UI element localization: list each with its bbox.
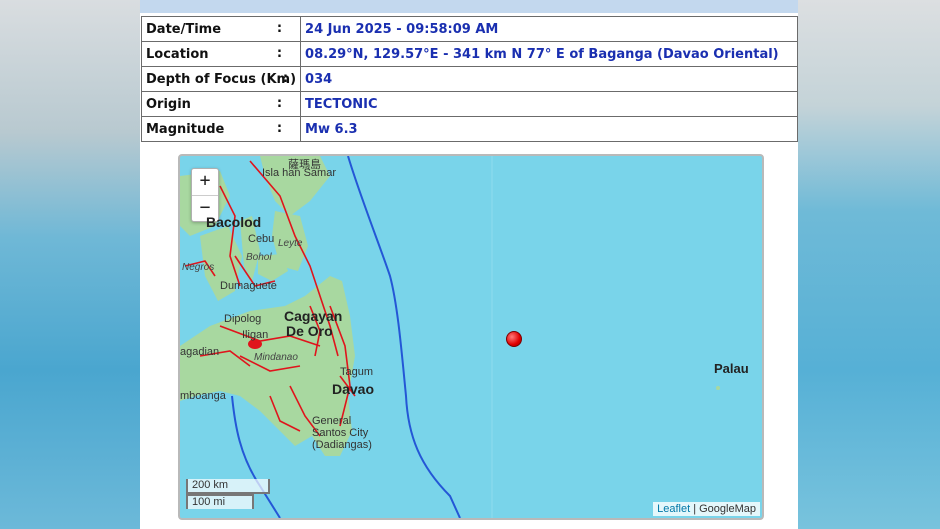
- row-label: Depth of Focus (Km):: [140, 66, 302, 92]
- map-label-bohol: Bohol: [246, 252, 272, 263]
- philippine-trench-line: [347, 156, 461, 518]
- row-label: Magnitude:: [140, 116, 302, 142]
- earthquake-details-table: Date/Time: 24 Jun 2025 - 09:58:09 AM Loc…: [140, 16, 798, 142]
- map-label-davao: Davao: [332, 381, 375, 397]
- epicenter-map[interactable]: + − 薩瑪島 Isla han Samar Leyte Bacolod Ceb…: [178, 154, 764, 520]
- map-label-cagayan: Cagayan: [284, 308, 343, 324]
- map-label-tagum: Tagum: [340, 366, 374, 378]
- scale-bar-mi: 100 mi: [186, 494, 254, 509]
- map-label-zamboanga: mboanga: [180, 390, 226, 402]
- map-label-palau: Palau: [714, 361, 749, 376]
- row-label: Origin:: [140, 91, 302, 117]
- map-label-pagadian: agadian: [180, 346, 220, 358]
- table-row: Magnitude: Mw 6.3: [140, 116, 798, 142]
- map-label-general: General: [312, 415, 352, 427]
- magnitude-value: Mw 6.3: [300, 116, 798, 142]
- origin-value: TECTONIC: [300, 91, 798, 117]
- map-label-dumaguete: Dumaguete: [220, 280, 277, 292]
- googlemap-credit: GoogleMap: [699, 503, 756, 515]
- table-row: Depth of Focus (Km): 034: [140, 66, 798, 92]
- map-label-leyte: Leyte: [278, 238, 303, 249]
- earthquake-info-panel: Date/Time: 24 Jun 2025 - 09:58:09 AM Loc…: [140, 0, 798, 529]
- map-label-dipolog: Dipolog: [224, 313, 262, 325]
- map-label-iligan: Iligan: [242, 329, 269, 341]
- map-label-mindanao: Mindanao: [254, 352, 298, 363]
- map-label-samar: Isla han Samar: [262, 167, 336, 179]
- background-right: [798, 0, 940, 529]
- scale-bar-km: 200 km: [186, 479, 270, 494]
- background-left: [0, 0, 140, 529]
- table-row: Location: 08.29°N, 129.57°E - 341 km N 7…: [140, 41, 798, 67]
- map-label-santos-city: Santos City: [312, 427, 369, 439]
- table-row: Date/Time: 24 Jun 2025 - 09:58:09 AM: [140, 16, 798, 42]
- row-label: Date/Time:: [140, 16, 302, 42]
- map-attribution: Leaflet | GoogleMap: [653, 502, 760, 516]
- map-label-de-oro: De Oro: [286, 323, 333, 339]
- map-label-cebu: Cebu: [248, 233, 275, 245]
- palau-islands: [716, 386, 720, 390]
- row-label: Location:: [140, 41, 302, 67]
- table-row: Origin: TECTONIC: [140, 91, 798, 117]
- zoom-in-button[interactable]: +: [192, 169, 218, 195]
- panel-header-bar: [140, 0, 798, 13]
- map-label-dadiangas: (Dadiangas): [312, 439, 372, 451]
- leaflet-link[interactable]: Leaflet: [657, 503, 690, 515]
- date-time-value: 24 Jun 2025 - 09:58:09 AM: [300, 16, 798, 42]
- map-label-negros: Negros: [182, 262, 215, 273]
- map-label-bacolod: Bacolod: [206, 214, 262, 230]
- depth-value: 034: [300, 66, 798, 92]
- epicenter-marker[interactable]: [506, 331, 522, 347]
- location-value: 08.29°N, 129.57°E - 341 km N 77° E of Ba…: [300, 41, 798, 67]
